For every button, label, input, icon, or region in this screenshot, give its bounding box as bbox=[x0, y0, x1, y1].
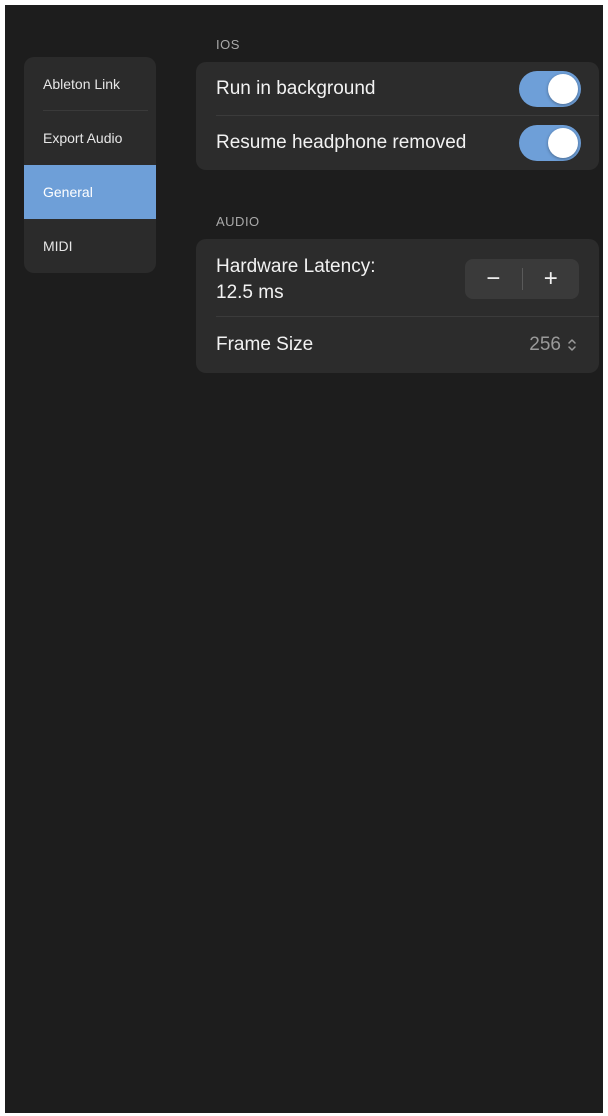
decrement-button[interactable]: − bbox=[465, 259, 522, 299]
resume-headphone-row: Resume headphone removed bbox=[196, 116, 599, 170]
run-in-background-toggle[interactable] bbox=[519, 71, 581, 107]
hardware-latency-value: 12.5 ms bbox=[216, 282, 284, 303]
increment-button[interactable]: + bbox=[523, 259, 580, 299]
ios-section-header: IOS bbox=[216, 37, 240, 52]
audio-settings-card: Hardware Latency: 12.5 ms − + Frame Size… bbox=[196, 239, 599, 373]
chevron-up-down-icon bbox=[568, 339, 576, 351]
ios-settings-card: Run in background Resume headphone remov… bbox=[196, 62, 599, 170]
toggle-knob bbox=[548, 74, 578, 104]
sidebar-item-general[interactable]: General bbox=[24, 165, 156, 219]
hardware-latency-label: Hardware Latency: bbox=[216, 256, 376, 277]
frame-size-select[interactable]: 256 bbox=[529, 334, 577, 356]
hardware-latency-row: Hardware Latency: 12.5 ms − + bbox=[196, 239, 599, 317]
frame-size-value: 256 bbox=[529, 334, 561, 355]
frame-size-row: Frame Size 256 bbox=[196, 317, 599, 373]
sidebar-item-midi[interactable]: MIDI bbox=[24, 219, 156, 273]
settings-sidebar: Ableton Link Export Audio General MIDI bbox=[24, 57, 156, 273]
latency-stepper: − + bbox=[465, 259, 579, 299]
hardware-latency-text: Hardware Latency: 12.5 ms bbox=[216, 239, 375, 306]
sidebar-item-export-audio[interactable]: Export Audio bbox=[24, 111, 156, 165]
toggle-knob bbox=[548, 128, 578, 158]
audio-section-header: AUDIO bbox=[216, 214, 260, 229]
run-in-background-row: Run in background bbox=[196, 62, 599, 116]
resume-headphone-toggle[interactable] bbox=[519, 125, 581, 161]
settings-screen: Ableton Link Export Audio General MIDI I… bbox=[5, 5, 603, 1113]
sidebar-item-ableton-link[interactable]: Ableton Link bbox=[24, 57, 156, 111]
